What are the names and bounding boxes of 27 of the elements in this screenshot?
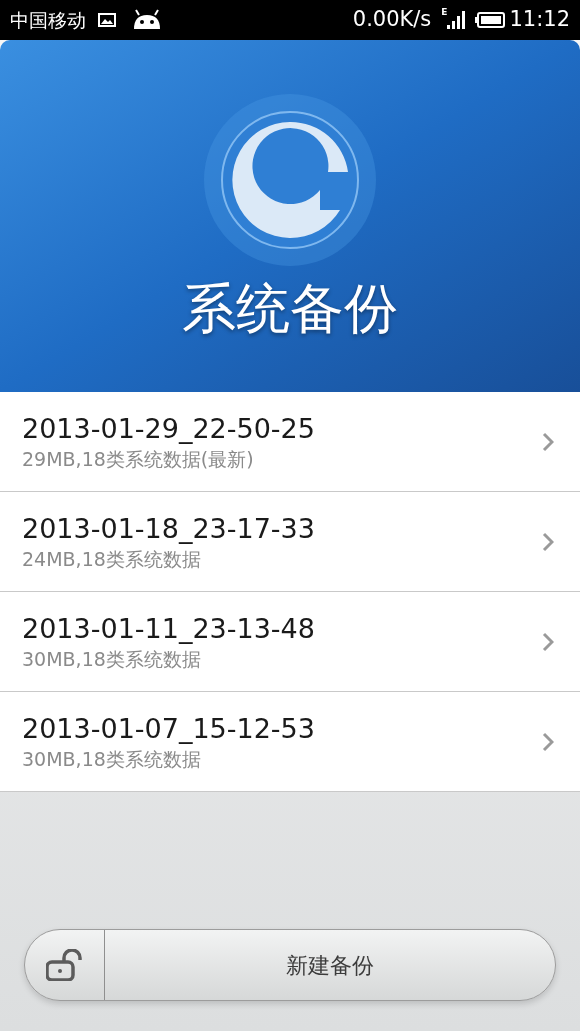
backup-details: 24MB,18类系统数据 [22, 546, 202, 572]
backup-name: 2013-01-29_22-50-25 [22, 411, 316, 446]
chevron-right-icon [542, 431, 554, 452]
image-icon [98, 13, 116, 27]
backup-list-item[interactable]: 2013-01-18_23-17-33 24MB,18类系统数据 [0, 492, 580, 592]
android-icon [132, 9, 162, 31]
backup-list-item[interactable]: 2013-01-29_22-50-25 29MB,18类系统数据(最新) [0, 392, 580, 492]
network-speed: 0.00K/s [352, 6, 432, 34]
backup-details: 30MB,18类系统数据 [22, 646, 202, 672]
backup-details: 30MB,18类系统数据 [22, 746, 202, 772]
backup-details: 29MB,18类系统数据(最新) [22, 446, 255, 472]
unlocked-padlock-icon [45, 949, 84, 981]
signal-icon [447, 11, 468, 29]
page-title: 系统备份 [182, 282, 398, 336]
chevron-right-icon [542, 531, 554, 552]
backup-list-item[interactable]: 2013-01-07_15-12-53 30MB,18类系统数据 [0, 692, 580, 792]
chevron-right-icon [542, 731, 554, 752]
network-type: E [441, 6, 448, 19]
battery-icon [475, 12, 506, 28]
backup-name: 2013-01-11_23-13-48 [22, 611, 316, 646]
backup-logo-icon [202, 92, 378, 268]
carrier-name: 中国移动 [10, 7, 86, 33]
clock: 11:12 [509, 6, 570, 34]
backup-name: 2013-01-18_23-17-33 [22, 511, 316, 546]
backup-name: 2013-01-07_15-12-53 [22, 711, 316, 746]
chevron-right-icon [542, 631, 554, 652]
backup-list-item[interactable]: 2013-01-11_23-13-48 30MB,18类系统数据 [0, 592, 580, 692]
